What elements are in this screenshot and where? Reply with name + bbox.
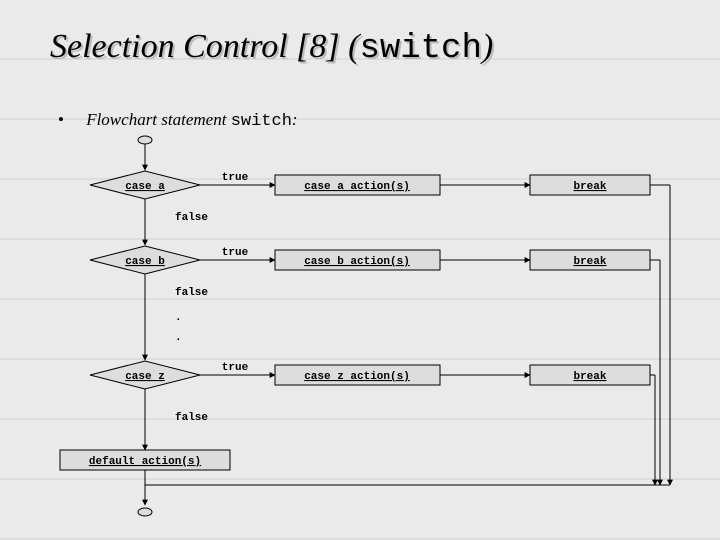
title-pre: Selection Control [8] ( [50,28,359,65]
bullet-pre: Flowchart statement [86,110,230,129]
action-a-label: case a action(s) [304,181,410,193]
bullet-code: switch [231,112,292,131]
action-z-label: case z action(s) [304,371,410,383]
bullet-post: : [292,110,298,129]
break-a-label: break [573,181,606,193]
diamond-case-b-label: case b [125,256,165,268]
ellipsis-1: . [175,312,182,324]
true-a: true [222,172,249,184]
bullet-dot: • [58,110,64,129]
diamond-case-z-label: case z [125,371,165,383]
false-z: false [175,412,208,424]
flowchart: case a true case a action(s) break false… [40,130,700,530]
break-b-label: break [573,256,606,268]
default-action-label: default action(s) [89,456,201,468]
ellipsis-2: . [175,332,182,344]
false-a: false [175,212,208,224]
break-z-label: break [573,371,606,383]
false-b: false [175,287,208,299]
end-node [138,508,152,516]
diamond-case-a-label: case a [125,181,165,193]
title-post: ) [482,28,493,65]
true-z: true [222,362,249,374]
title-code: switch [359,30,481,68]
action-b-label: case b action(s) [304,256,410,268]
page-title: Selection Control [8] (switch) [50,28,493,68]
start-node [138,136,152,144]
bullet: • Flowchart statement switch: [58,110,298,131]
true-b: true [222,247,249,259]
